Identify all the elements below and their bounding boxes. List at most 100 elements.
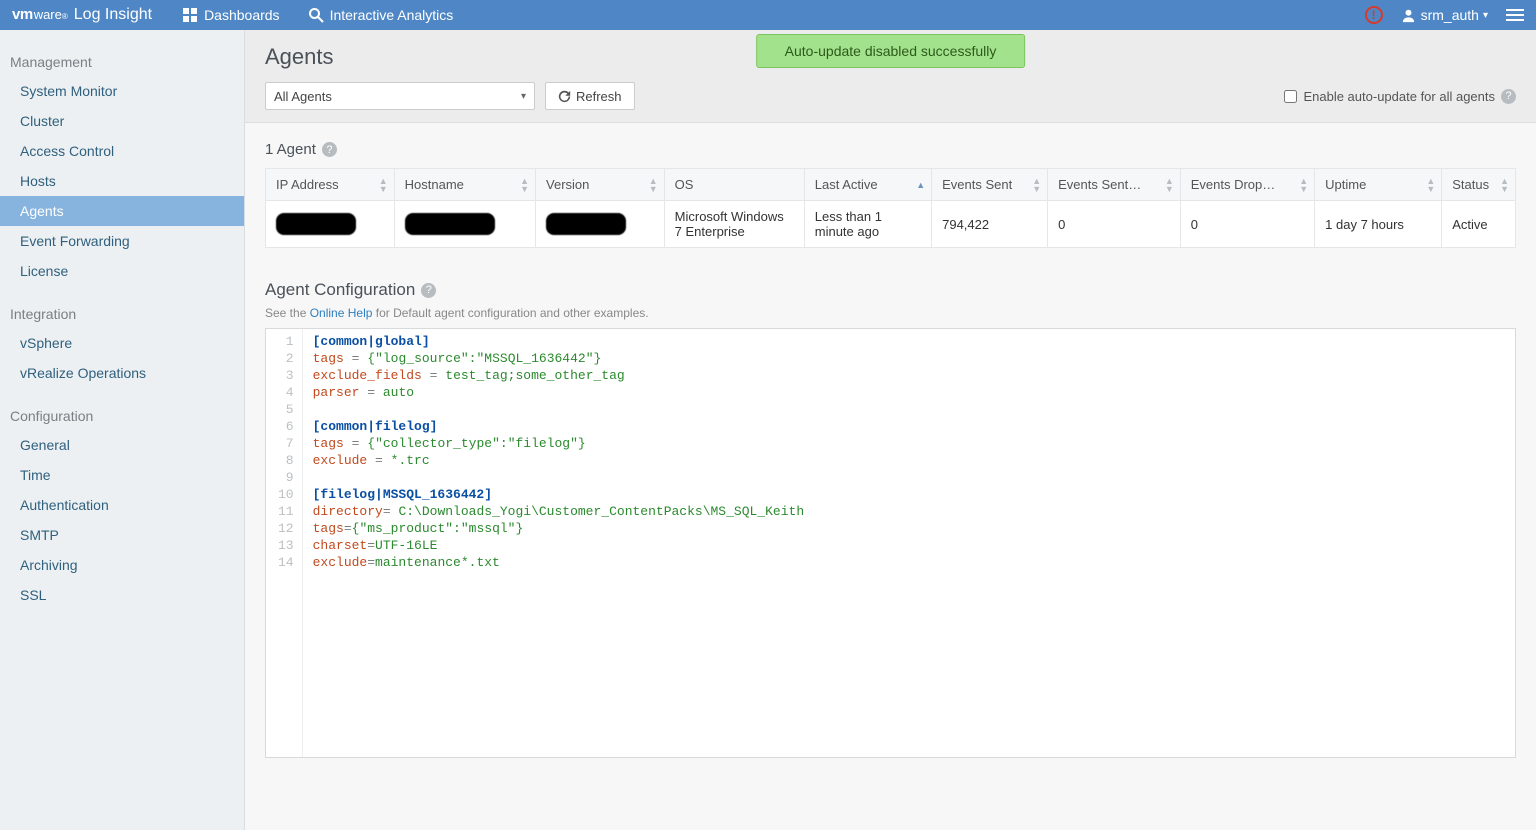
- code-l3k: exclude_fields: [313, 368, 422, 383]
- sidebar-item-system-monitor[interactable]: System Monitor: [0, 76, 244, 106]
- user-name-label: srm_auth: [1421, 7, 1479, 23]
- sort-icon: ▲▼: [1299, 177, 1308, 193]
- sidebar-item-vrealize[interactable]: vRealize Operations: [0, 358, 244, 388]
- refresh-button[interactable]: Refresh: [545, 82, 635, 110]
- col-ip-label: IP Address: [276, 177, 339, 192]
- online-help-link[interactable]: Online Help: [310, 306, 373, 320]
- col-version-label: Version: [546, 177, 589, 192]
- col-eventsdrop[interactable]: Events Drop… ▲▼: [1180, 169, 1314, 201]
- nav-analytics[interactable]: Interactive Analytics: [308, 7, 454, 23]
- col-uptime[interactable]: Uptime▲▼: [1315, 169, 1442, 201]
- user-icon: [1401, 8, 1416, 23]
- help-icon[interactable]: ?: [1501, 89, 1516, 104]
- code-l8k: exclude: [313, 453, 368, 468]
- col-hostname[interactable]: Hostname▲▼: [394, 169, 535, 201]
- agent-config-title: Agent Configuration: [265, 280, 415, 300]
- col-lastactive-label: Last Active: [815, 177, 878, 192]
- sidebar: Management System Monitor Cluster Access…: [0, 30, 245, 830]
- auto-update-checkbox[interactable]: [1284, 90, 1297, 103]
- sidebar-group-integration: Integration: [0, 300, 244, 328]
- editor-code[interactable]: [common|global] tags = {"log_source":"MS…: [303, 329, 815, 757]
- brand-reg: ®: [62, 12, 68, 21]
- code-l10: [filelog|MSSQL_1636442]: [313, 487, 492, 502]
- code-l12k: tags: [313, 521, 344, 536]
- col-uptime-label: Uptime: [1325, 177, 1366, 192]
- sidebar-group-configuration: Configuration: [0, 402, 244, 430]
- refresh-label: Refresh: [576, 89, 622, 104]
- sidebar-item-time[interactable]: Time: [0, 460, 244, 490]
- user-menu[interactable]: srm_auth ▾: [1401, 7, 1488, 23]
- help-icon[interactable]: ?: [322, 142, 337, 157]
- sidebar-item-smtp[interactable]: SMTP: [0, 520, 244, 550]
- sidebar-item-agents[interactable]: Agents: [0, 196, 244, 226]
- sidebar-item-access-control[interactable]: Access Control: [0, 136, 244, 166]
- col-eventsdrop-label: Events Drop…: [1191, 177, 1276, 192]
- code-l1: [common|global]: [313, 334, 430, 349]
- sidebar-item-cluster[interactable]: Cluster: [0, 106, 244, 136]
- alert-icon[interactable]: !: [1365, 6, 1383, 24]
- caret-down-icon: ▾: [521, 91, 526, 102]
- toast-success: Auto-update disabled successfully: [756, 34, 1026, 68]
- code-l2v: {"log_source":"MSSQL_1636442"}: [367, 351, 601, 366]
- sort-icon: ▲▼: [649, 177, 658, 193]
- sort-asc-icon: ▲: [916, 181, 925, 189]
- col-status-label: Status: [1452, 177, 1489, 192]
- col-hostname-label: Hostname: [405, 177, 464, 192]
- sidebar-item-hosts[interactable]: Hosts: [0, 166, 244, 196]
- col-eventssent-label: Events Sent: [942, 177, 1012, 192]
- sidebar-item-archiving[interactable]: Archiving: [0, 550, 244, 580]
- sort-icon: ▲▼: [379, 177, 388, 193]
- brand-logo: vmware® Log Insight: [12, 6, 152, 24]
- col-eventssent2[interactable]: Events Sent… ▲▼: [1048, 169, 1181, 201]
- code-l11v: C:\Downloads_Yogi\Customer_ContentPacks\…: [398, 504, 804, 519]
- agent-filter-dropdown[interactable]: All Agents ▾: [265, 82, 535, 110]
- sub-pre: See the: [265, 306, 310, 320]
- col-eventssent2-label: Events Sent…: [1058, 177, 1141, 192]
- sidebar-group-management: Management: [0, 48, 244, 76]
- cell-events-drop: 0: [1180, 201, 1314, 248]
- sort-icon: ▲▼: [1032, 177, 1041, 193]
- sidebar-item-license[interactable]: License: [0, 256, 244, 286]
- code-l4v: auto: [383, 385, 414, 400]
- code-l14v: maintenance*.txt: [375, 555, 500, 570]
- col-os[interactable]: OS: [664, 169, 804, 201]
- sort-icon: ▲▼: [1165, 177, 1174, 193]
- sidebar-item-ssl[interactable]: SSL: [0, 580, 244, 610]
- col-status[interactable]: Status▲▼: [1442, 169, 1516, 201]
- config-editor[interactable]: 1234567891011121314 [common|global] tags…: [265, 328, 1516, 758]
- dashboard-icon: [182, 7, 198, 23]
- table-row[interactable]: Microsoft Windows 7 Enterprise Less than…: [266, 201, 1516, 248]
- hamburger-menu[interactable]: [1506, 6, 1524, 24]
- topbar: vmware® Log Insight Dashboards Interacti…: [0, 0, 1536, 30]
- sidebar-item-event-forwarding[interactable]: Event Forwarding: [0, 226, 244, 256]
- cell-last-active: Less than 1 minute ago: [804, 201, 931, 248]
- code-l2k: tags: [313, 351, 344, 366]
- col-ip[interactable]: IP Address ▲▼: [266, 169, 395, 201]
- head-strip: Auto-update disabled successfully Agents…: [245, 30, 1536, 123]
- nav-dashboards-label: Dashboards: [204, 7, 280, 23]
- help-icon[interactable]: ?: [421, 283, 436, 298]
- sidebar-item-general[interactable]: General: [0, 430, 244, 460]
- caret-down-icon: ▾: [1483, 10, 1488, 21]
- search-icon: [308, 7, 324, 23]
- auto-update-label: Enable auto-update for all agents: [1303, 89, 1495, 104]
- sidebar-item-authentication[interactable]: Authentication: [0, 490, 244, 520]
- code-l7k: tags: [313, 436, 344, 451]
- col-lastactive[interactable]: Last Active ▲: [804, 169, 931, 201]
- code-l7v: {"collector_type":"filelog"}: [367, 436, 585, 451]
- code-l14k: exclude: [313, 555, 368, 570]
- brand-ware: ware: [34, 7, 62, 22]
- nav-analytics-label: Interactive Analytics: [330, 7, 454, 23]
- sidebar-item-vsphere[interactable]: vSphere: [0, 328, 244, 358]
- editor-gutter: 1234567891011121314: [266, 329, 303, 757]
- refresh-icon: [558, 90, 571, 103]
- brand-vm: vm: [12, 6, 33, 23]
- col-os-label: OS: [675, 177, 694, 192]
- nav-dashboards[interactable]: Dashboards: [182, 7, 280, 23]
- cell-uptime: 1 day 7 hours: [1315, 201, 1442, 248]
- cell-events-sent: 794,422: [932, 201, 1048, 248]
- code-l13v: UTF-16LE: [375, 538, 437, 553]
- col-eventssent[interactable]: Events Sent ▲▼: [932, 169, 1048, 201]
- col-version[interactable]: Version ▲▼: [536, 169, 665, 201]
- code-l4k: parser: [313, 385, 360, 400]
